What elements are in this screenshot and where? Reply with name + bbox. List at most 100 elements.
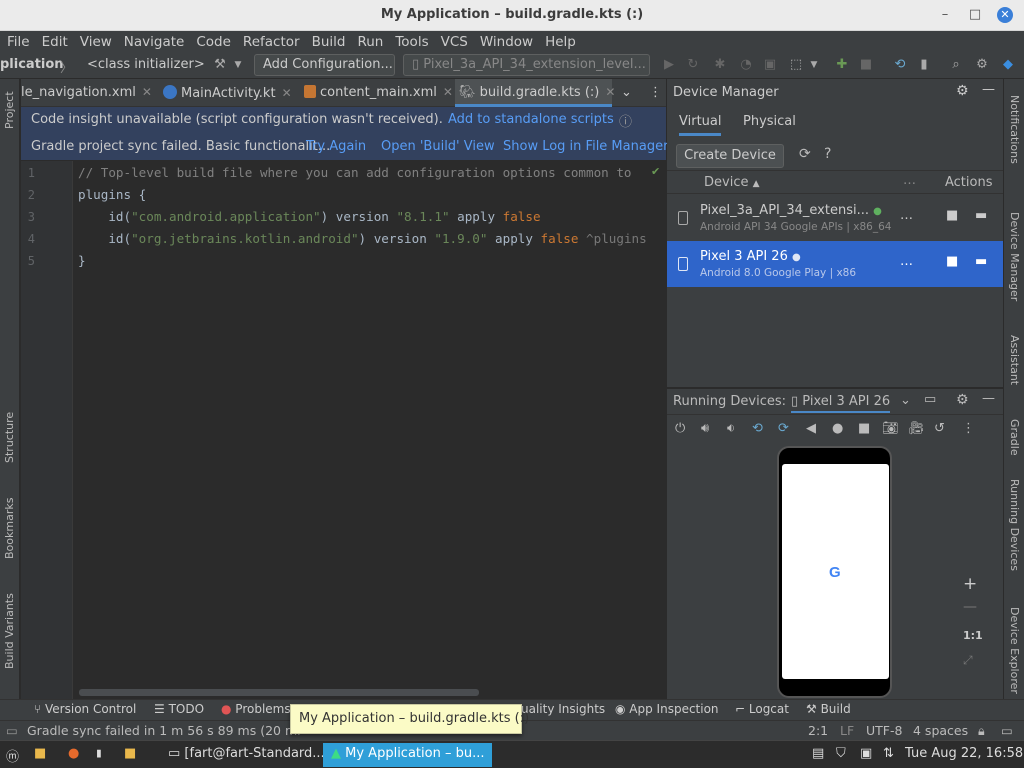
firefox-icon[interactable]: ●: [68, 746, 79, 761]
add-configuration-button[interactable]: Add Configuration...: [254, 54, 395, 76]
search-icon[interactable]: ⌕: [948, 57, 964, 73]
show-log-link[interactable]: Show Log in File Manager: [503, 139, 668, 154]
panel-settings-gear-icon[interactable]: ⚙: [956, 83, 969, 99]
open-folder-icon[interactable]: ▬: [975, 208, 987, 223]
zoom-fit-icon[interactable]: ⤢: [963, 653, 973, 668]
menu-edit[interactable]: Edit: [42, 34, 68, 50]
tool-build[interactable]: ⚒ Build: [806, 702, 851, 716]
menu-vcs[interactable]: VCS: [441, 34, 468, 50]
column-more-icon[interactable]: …: [903, 173, 916, 188]
more-icon[interactable]: …: [900, 254, 913, 269]
files-folder-icon[interactable]: ■: [34, 746, 46, 761]
tool-device-explorer[interactable]: Device Explorer: [1008, 607, 1021, 694]
horizontal-scrollbar[interactable]: [79, 689, 479, 696]
panel-hide-icon[interactable]: —: [982, 82, 995, 97]
tool-build-variants[interactable]: Build Variants: [3, 593, 16, 669]
menu-view[interactable]: View: [80, 34, 112, 50]
tool-todo[interactable]: ☰ TODO: [154, 702, 204, 716]
rerun-icon[interactable]: ↻: [685, 57, 701, 73]
more-run-chevron-icon[interactable]: ▼: [806, 57, 822, 73]
menu-code[interactable]: Code: [196, 34, 231, 50]
hammer-icon[interactable]: ⚒: [212, 57, 228, 73]
open-folder-icon[interactable]: ▬: [975, 254, 987, 269]
terminal-icon[interactable]: ▮: [95, 746, 103, 761]
tool-bookmarks[interactable]: Bookmarks: [3, 498, 16, 559]
apply-changes-icon[interactable]: ✚: [834, 57, 850, 73]
tool-device-manager[interactable]: Device Manager: [1008, 212, 1021, 301]
menu-build[interactable]: Build: [312, 34, 346, 50]
network-icon[interactable]: ⇅: [883, 746, 894, 761]
tool-gradle[interactable]: Gradle: [1008, 419, 1021, 456]
chevron-down-icon[interactable]: ⌄: [900, 393, 911, 408]
close-button[interactable]: ✕: [997, 7, 1013, 23]
tab-main-activity[interactable]: MainActivity.kt ✕: [163, 79, 301, 107]
maximize-button[interactable]: □: [967, 7, 983, 23]
refresh-icon[interactable]: ⟳: [799, 146, 811, 162]
memory-indicator-icon[interactable]: ▭: [1001, 723, 1013, 738]
help-question-icon[interactable]: ?: [824, 146, 831, 162]
ide-updates-icon[interactable]: ◆: [1000, 57, 1016, 73]
panel-settings-gear-icon[interactable]: ⚙: [956, 392, 969, 408]
tab-close-icon[interactable]: ✕: [605, 85, 615, 99]
clipboard-icon[interactable]: ▤: [812, 746, 824, 761]
tool-app-inspection[interactable]: ◉ App Inspection: [615, 702, 719, 716]
tool-project[interactable]: Project: [3, 91, 16, 129]
create-device-button[interactable]: Create Device: [676, 144, 784, 168]
zoom-actual-size[interactable]: 1:1: [963, 629, 983, 642]
try-again-link[interactable]: Try Again: [306, 139, 366, 154]
more-options-icon[interactable]: ⋮: [962, 421, 975, 436]
volume-up-icon[interactable]: 🔊︎: [701, 421, 709, 436]
tool-logcat[interactable]: ⌐ Logcat: [735, 702, 789, 716]
back-icon[interactable]: ◀: [806, 421, 816, 436]
run-icon[interactable]: ▶: [661, 57, 677, 73]
column-device[interactable]: Device ▲: [704, 175, 760, 190]
menu-window[interactable]: Window: [480, 34, 533, 50]
line-separator[interactable]: LF: [840, 723, 854, 738]
rotate-left-icon[interactable]: ⟲: [752, 421, 763, 436]
tab-virtual[interactable]: Virtual: [679, 114, 722, 136]
window-mode-icon[interactable]: ▭: [924, 392, 936, 407]
lock-icon[interactable]: 🔒︎: [978, 723, 985, 739]
file-encoding[interactable]: UTF-8: [866, 723, 902, 738]
emulator-screen[interactable]: G: [782, 464, 889, 679]
stop-icon[interactable]: ■: [858, 57, 874, 73]
taskbar-android-studio-app[interactable]: ▲ My Application – bu...: [323, 743, 493, 767]
indent-setting[interactable]: 4 spaces: [913, 723, 968, 738]
taskbar-terminal-app[interactable]: ▭ [fart@fart-Standard...: [160, 743, 333, 767]
add-standalone-scripts-link[interactable]: Add to standalone scripts: [448, 112, 614, 127]
device-manager-icon[interactable]: ▮: [916, 57, 932, 73]
tab-close-icon[interactable]: ✕: [142, 85, 152, 99]
tab-mobile-navigation[interactable]: le_navigation.xml ✕: [21, 79, 159, 107]
tab-content-main[interactable]: content_main.xml ✕: [304, 79, 453, 107]
attach-debugger-icon[interactable]: ⬚: [788, 57, 804, 73]
menu-refactor[interactable]: Refactor: [243, 34, 300, 50]
running-device-tab[interactable]: ▯ Pixel 3 API 26: [791, 394, 891, 413]
tool-assistant[interactable]: Assistant: [1008, 335, 1021, 385]
tab-close-icon[interactable]: ✕: [282, 86, 292, 100]
start-menu-icon[interactable]: ⓜ: [6, 746, 19, 765]
tool-notifications[interactable]: Notifications: [1008, 95, 1021, 164]
minimize-button[interactable]: –: [937, 7, 953, 23]
open-build-view-link[interactable]: Open 'Build' View: [381, 139, 495, 154]
stop-device-icon[interactable]: ■: [946, 208, 958, 223]
tab-physical[interactable]: Physical: [743, 114, 796, 129]
menu-help[interactable]: Help: [545, 34, 576, 50]
help-icon[interactable]: ⓘ: [619, 111, 632, 130]
debug-icon[interactable]: ✱: [712, 57, 728, 73]
menu-file[interactable]: File: [7, 34, 30, 50]
coverage-icon[interactable]: ▣: [762, 57, 778, 73]
tool-running-devices[interactable]: Running Devices: [1008, 479, 1021, 571]
folder-icon[interactable]: ■: [124, 746, 136, 761]
tool-problems[interactable]: ● Problems: [221, 702, 291, 716]
tab-close-icon[interactable]: ✕: [443, 85, 453, 99]
settings-gear-icon[interactable]: ⚙: [974, 57, 990, 73]
overview-icon[interactable]: ■: [858, 421, 870, 436]
window-tray-icon[interactable]: ▣: [860, 746, 872, 761]
inspection-ok-icon[interactable]: ✔: [651, 165, 660, 178]
power-icon[interactable]: ⏻: [675, 421, 685, 436]
home-icon[interactable]: ●: [832, 421, 843, 436]
zoom-out-icon[interactable]: —: [963, 599, 977, 615]
menu-tools[interactable]: Tools: [395, 34, 428, 50]
snapshot-icon[interactable]: ↺: [934, 421, 945, 436]
screenshot-camera-icon[interactable]: 📷︎: [882, 421, 899, 436]
